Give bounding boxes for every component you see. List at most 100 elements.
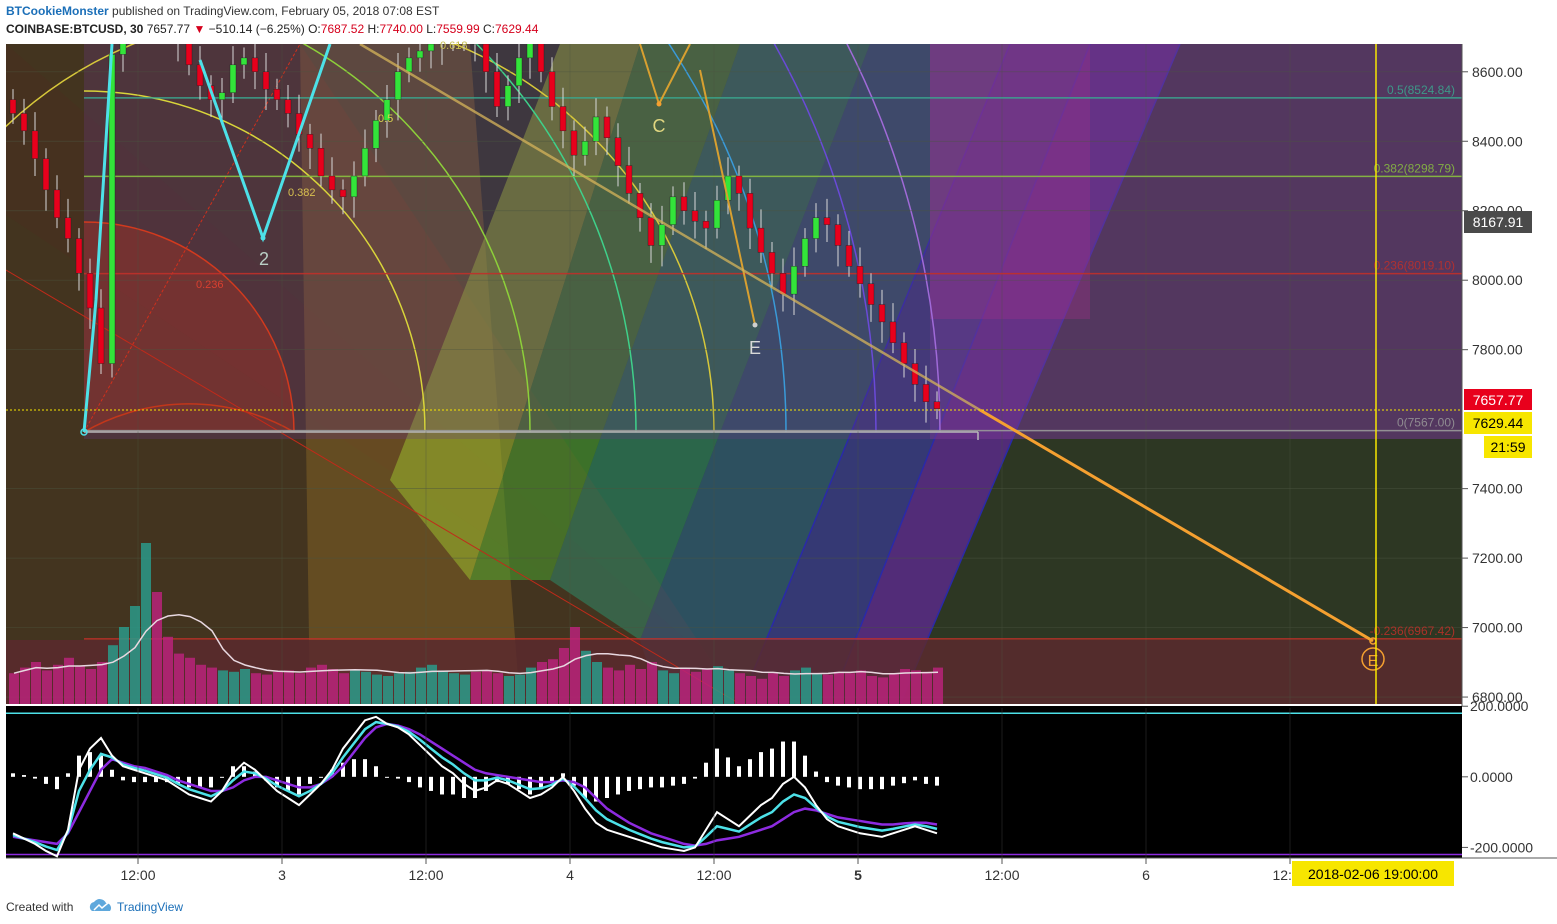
volume-bar <box>504 676 514 704</box>
volume-bar <box>460 674 470 704</box>
candle-body <box>669 196 677 225</box>
volume-bar <box>174 653 184 704</box>
candle-body <box>75 238 83 274</box>
candle-body <box>251 57 259 72</box>
candle-body <box>461 37 467 39</box>
candle-body <box>175 20 181 41</box>
macd-histogram-bar <box>352 759 356 777</box>
candle-body <box>856 266 864 284</box>
candle-body <box>185 44 193 66</box>
candle-body <box>97 307 105 364</box>
candle-body <box>625 165 633 194</box>
time-tick-label: 12:00 <box>408 867 443 883</box>
volume-bar <box>537 662 547 704</box>
candle-body <box>416 50 424 59</box>
macd-histogram-bar <box>187 776 191 788</box>
volume-bar <box>251 673 261 704</box>
macd-histogram-bar <box>209 776 213 788</box>
volume-bar <box>9 673 19 704</box>
volume-bar <box>438 670 448 704</box>
macd-histogram-bar <box>121 776 125 781</box>
fib-level-label: 0.382(8298.79) <box>1374 161 1455 175</box>
macd-histogram-bar <box>649 776 653 788</box>
macd-histogram-bar <box>374 766 378 777</box>
volume-bar <box>768 673 778 704</box>
volume-bar <box>108 645 118 704</box>
volume-bar <box>669 673 679 704</box>
candle-body <box>471 44 479 45</box>
countdown-label: 21:59 <box>1490 439 1525 455</box>
macd-histogram-bar <box>924 776 928 784</box>
volume-bar <box>581 650 591 704</box>
macd-histogram-bar <box>847 776 851 788</box>
candle-body <box>636 193 644 218</box>
volume-bar <box>64 657 74 704</box>
macd-histogram-bar <box>902 776 906 784</box>
volume-bar <box>361 671 371 704</box>
macd-histogram-bar <box>66 773 70 777</box>
macd-histogram-bar <box>671 776 675 786</box>
candle-body <box>339 189 347 198</box>
price-tick-label: 7200.00 <box>1472 550 1523 566</box>
volume-bar <box>691 671 701 704</box>
macd-histogram-bar <box>792 741 796 777</box>
volume-bar <box>834 671 844 704</box>
price-label-last: 7657.77 <box>1473 392 1524 408</box>
volume-bar <box>273 671 283 704</box>
volume-bar <box>856 670 866 704</box>
pivot-c <box>656 101 662 107</box>
volume-bar <box>218 670 228 704</box>
candle-body <box>64 217 72 239</box>
macd-histogram-bar <box>869 776 873 790</box>
candle-body <box>273 88 281 100</box>
candle-body <box>680 196 688 211</box>
macd-histogram-bar <box>913 776 917 781</box>
candle-body <box>757 227 765 253</box>
candle-body <box>504 85 512 107</box>
candle-body <box>735 175 743 194</box>
ichimoku-cloud <box>930 44 1090 319</box>
macd-histogram-bar <box>11 773 15 777</box>
candle-body <box>570 130 578 156</box>
volume-bar <box>702 669 712 704</box>
volume-bar <box>559 648 569 704</box>
candle-body <box>834 224 842 246</box>
macd-histogram-bar <box>407 776 411 783</box>
candle-body <box>119 44 127 55</box>
pivot-2 <box>260 235 266 241</box>
macd-histogram-bar <box>781 741 785 777</box>
volume-bar <box>339 673 349 704</box>
candle-body <box>603 116 611 138</box>
volume-bar <box>812 673 822 704</box>
time-tick-label: 4 <box>566 867 574 883</box>
candle-body <box>284 99 292 114</box>
candle-body <box>801 238 809 267</box>
price-label-close: 7629.44 <box>1473 415 1524 431</box>
volume-bar <box>493 673 503 704</box>
candle-body <box>229 64 237 93</box>
candle-body <box>779 273 787 295</box>
volume-bar <box>262 674 272 704</box>
volume-bar <box>471 671 481 704</box>
tradingview-brand[interactable]: TradingView <box>117 900 183 914</box>
volume-bar <box>240 669 250 704</box>
volume-bar <box>152 592 162 704</box>
candle-body <box>867 283 875 305</box>
chart-canvas[interactable]: 0.5(8524.84) 0.382(8298.79) 0.236(8019.10)… <box>0 0 1557 890</box>
volume-bar <box>592 662 602 704</box>
candle-body <box>317 148 325 177</box>
macd-pane[interactable] <box>6 706 1462 858</box>
volume-bar <box>350 670 360 704</box>
volume-bar <box>746 676 756 704</box>
volume-bar <box>658 670 668 704</box>
macd-histogram-bar <box>440 776 444 795</box>
macd-tick-label: 200.0000 <box>1470 698 1529 714</box>
volume-bar <box>845 673 855 704</box>
fib-level-label: 0(7567.00) <box>1397 416 1455 430</box>
macd-histogram-bar <box>308 776 312 784</box>
candle-body <box>845 245 853 267</box>
volume-bar <box>383 676 393 704</box>
volume-bar <box>647 662 657 704</box>
volume-bar <box>449 673 459 704</box>
volume-bar <box>196 664 206 704</box>
